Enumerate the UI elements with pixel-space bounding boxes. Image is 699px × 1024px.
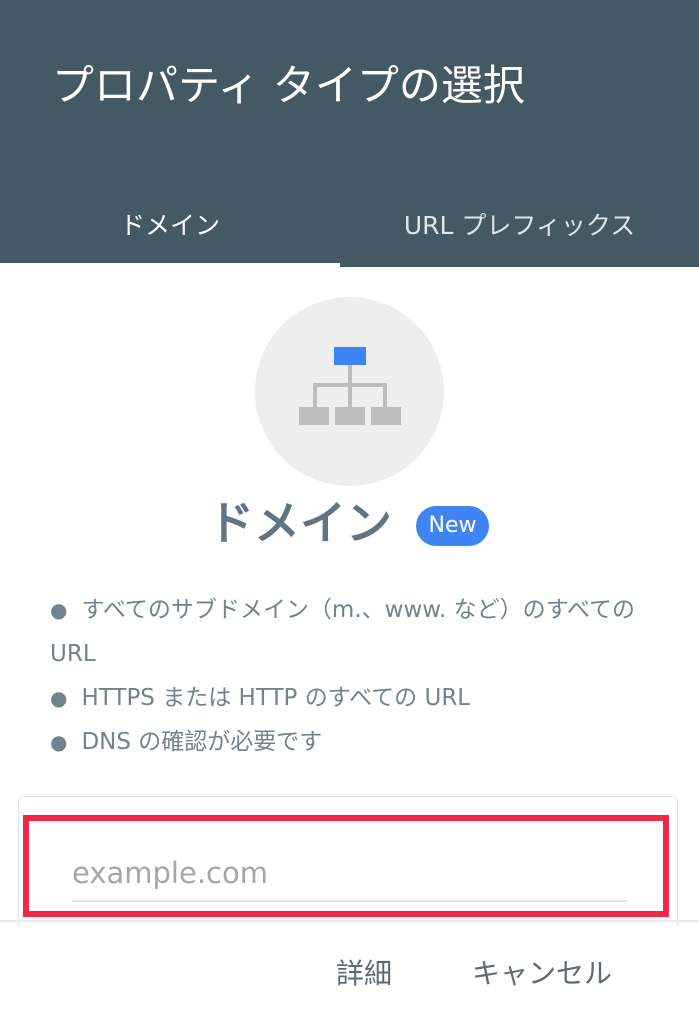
panel-heading: ドメイン bbox=[208, 496, 392, 550]
sitemap-left-node bbox=[299, 407, 329, 425]
sitemap-center-line bbox=[348, 383, 352, 407]
sitemap-root-node bbox=[334, 347, 366, 365]
dialog-header: プロパティ タイプの選択 ドメイン URL プレフィックス bbox=[0, 0, 699, 267]
sitemap-center-node bbox=[335, 407, 365, 425]
tab-selected-indicator bbox=[0, 263, 340, 267]
feature-item: ● DNS の確認が必要です bbox=[50, 729, 323, 755]
sitemap-left-line bbox=[313, 383, 317, 407]
sitemap-right-line bbox=[383, 383, 387, 407]
feature-item: ● HTTPS または HTTP のすべての URL bbox=[50, 685, 471, 711]
new-badge: New bbox=[416, 506, 489, 546]
dialog-title: プロパティ タイプの選択 bbox=[52, 61, 525, 110]
sitemap-trunk-line bbox=[348, 365, 352, 385]
actions-divider bbox=[0, 920, 699, 922]
feature-item: ● すべてのサブドメイン（m.、www. など）のすべての URL bbox=[50, 597, 636, 667]
bullet-icon: ● bbox=[50, 730, 68, 754]
tab-url-prefix[interactable]: URL プレフィックス bbox=[340, 180, 699, 267]
details-button[interactable]: 詳細 bbox=[336, 946, 392, 1002]
bullet-icon: ● bbox=[50, 598, 68, 622]
cancel-button[interactable]: キャンセル bbox=[472, 946, 612, 1002]
bullet-icon: ● bbox=[50, 686, 68, 710]
domain-input[interactable] bbox=[72, 846, 628, 902]
domain-illustration bbox=[255, 297, 444, 486]
sitemap-right-node bbox=[371, 407, 401, 425]
feature-list: ● すべてのサブドメイン（m.、www. など）のすべての URL ● HTTPS … bbox=[50, 588, 660, 764]
sitemap-icon bbox=[299, 347, 401, 425]
tab-domain[interactable]: ドメイン bbox=[0, 180, 340, 267]
